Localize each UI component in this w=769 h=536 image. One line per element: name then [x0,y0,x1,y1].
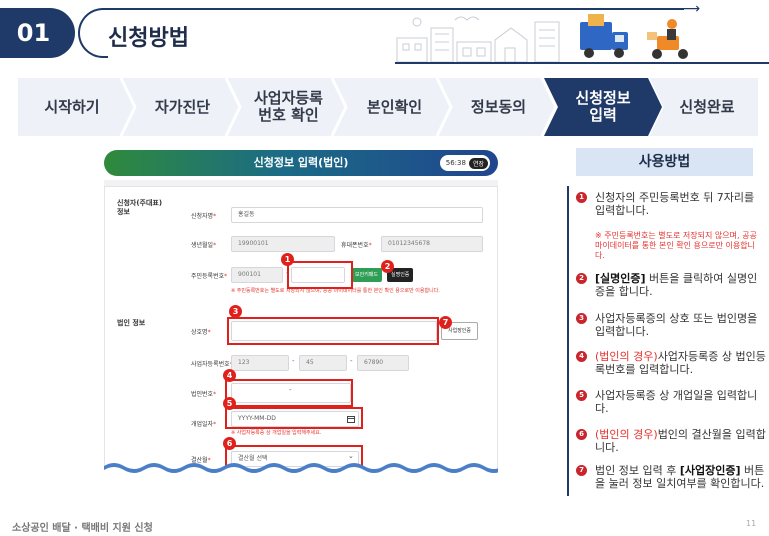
step-application-info: 신청정보 입력 [575,89,631,124]
marker-6: 6 [223,437,236,450]
phone-input[interactable]: 01012345678 [381,236,483,252]
step-start: 시작하기 [44,97,100,116]
biz-num-dash-2: - [350,357,353,365]
birth-label: 생년월일* [191,242,217,249]
marker-7: 7 [439,316,452,329]
usage-item-5: 5 사업자등록증 상 개업일을 입력합니다. [576,389,766,415]
step-progress-bar: 시작하기 자가진단 사업자등록 번호 확인 본인확인 정보동의 신청정보 입력 … [18,78,758,136]
rrn-label: 주민등록번호* [191,273,228,280]
security-keypad-button[interactable]: 보안키패드 [351,268,383,282]
usage-item-4: 4 (법인의 경우)사업자등록증 상 법인등록번호를 입력합니다. [576,350,766,376]
highlight-rrn-back [287,261,353,289]
title-bottom-line [395,62,769,64]
page-title: 신청방법 [108,26,189,51]
marker-5: 5 [223,397,236,410]
step-consent: 정보동의 [470,97,527,116]
page-number: 11 [746,519,757,528]
phone-label: 휴대폰번호* [341,242,372,249]
timer-extend-button[interactable]: 연장 [468,157,488,169]
highlight-open-date [225,407,363,429]
highlight-corp-num [225,379,353,407]
usage-divider-line [567,186,569,496]
usage-item-2: 2 [실명인증] 버튼을 클릭하여 실명인증을 합니다. [576,272,766,298]
biz-num-dash-1: - [292,357,295,365]
usage-item-7: 7 법인 정보 입력 후 [사업장인증] 버튼을 눌러 정보 일치여부를 확인합… [576,464,766,490]
corp-num-label: 법인번호* [191,391,217,398]
highlight-corp-name [227,317,439,345]
rrn-privacy-note: ※ 주민등록번호는 별도로 저장되지 않으며, 공공 마이데이터를 통한 본인 … [231,288,440,294]
usage-item-6: 6 (법인의 경우)법인의 결산월을 입력합니다. [576,428,766,454]
open-date-label: 개업일자* [191,421,217,428]
city-delivery-illustration [396,14,688,63]
biz-num-part2[interactable]: 45 [299,355,347,371]
biz-num-label: 사업자등록번호* [191,361,233,368]
name-label: 신청자명* [191,213,217,220]
number-5-icon: 5 [576,390,587,401]
usage-privacy-note: ※ 주민등록번호는 별도로 저장되지 않으며, 공공 마이데이터를 통한 본인 … [595,231,757,260]
name-input[interactable]: 홍길동 [231,207,483,223]
birth-input[interactable]: 19900101 [231,236,335,252]
marker-3: 3 [229,305,242,318]
timer-value: 56:38 [445,159,466,167]
step-complete: 신청완료 [679,97,735,116]
usage-item-3: 3 사업자등록증의 상호 또는 법인명을 입력합니다. [576,312,766,338]
number-4-icon: 4 [576,351,587,362]
marker-1: 1 [281,253,294,266]
wave-cutoff-decoration [104,463,498,480]
marker-4: 4 [223,369,236,382]
section-corp-label: 법인 정보 [117,319,146,327]
form-panel-header: 신청정보 입력(법인) 56:38 연장 [104,150,498,176]
marker-2: 2 [381,260,394,273]
number-7-icon: 7 [576,465,587,476]
rrn-front-input[interactable]: 900101 [231,267,283,283]
number-6-icon: 6 [576,429,587,440]
number-3-icon: 3 [576,313,587,324]
session-timer: 56:38 연장 [439,155,490,171]
section-applicant-label: 신청자(주대표) 정보 [117,199,163,216]
section-number-badge: 01 [0,8,75,58]
form-title: 신청정보 입력(법인) [253,156,349,169]
biz-num-part3[interactable]: 67890 [357,355,409,371]
open-date-note: ※ 사업자등록증 상 개업일을 입력해주세요. [231,430,322,436]
title-top-line [104,8,684,10]
footer-text: 소상공인 배달 · 택배비 지원 신청 [12,523,153,534]
step-self-diagnosis: 자가진단 [154,97,211,116]
biz-num-part1[interactable]: 123 [231,355,289,371]
number-2-icon: 2 [576,273,587,284]
form-card: 신청자(주대표) 정보 신청자명* 홍길동 생년월일* 19900101 휴대폰… [104,186,498,470]
usage-item-1: 1 신청자의 주민등록번호 뒤 7자리를 입력합니다. [576,191,766,217]
corp-name-label: 상호명* [191,329,211,336]
step-identity: 본인확인 [366,97,423,116]
form-panel: 신청자(주대표) 정보 신청자명* 홍길동 생년월일* 19900101 휴대폰… [104,180,498,470]
usage-title: 사용방법 [576,148,753,176]
number-1-icon: 1 [576,192,587,203]
step-business-number: 사업자등록 번호 확인 [253,89,323,124]
title-frame [78,8,108,58]
